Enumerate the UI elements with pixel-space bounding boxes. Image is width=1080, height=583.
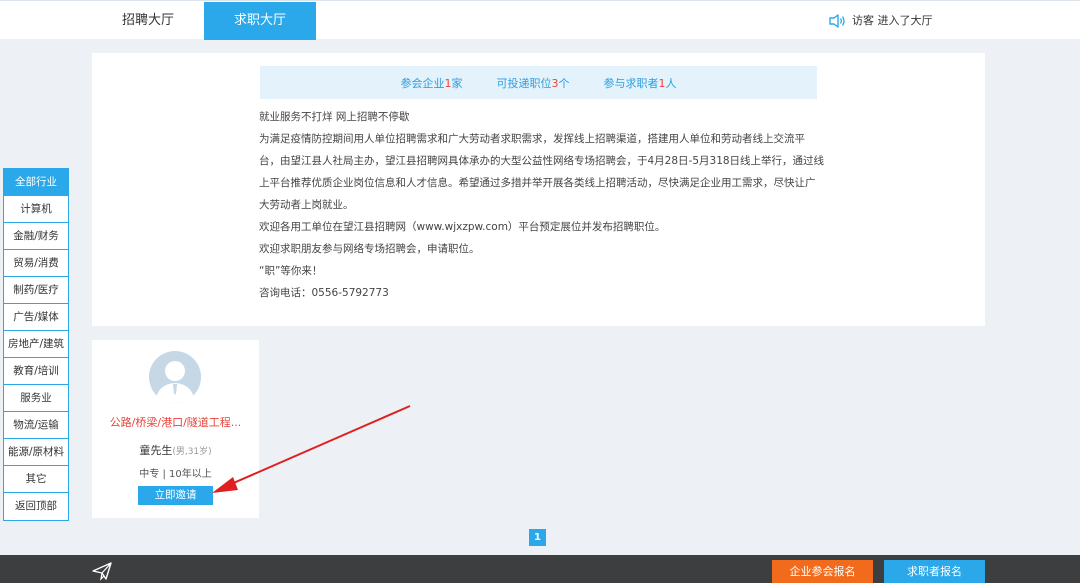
stat-positions-unit: 个	[558, 76, 570, 90]
sidebar-item-realestate[interactable]: 房地产/建筑	[4, 331, 68, 358]
sidebar-item-service[interactable]: 服务业	[4, 385, 68, 412]
desc-line: 就业服务不打烊 网上招聘不停歇	[259, 111, 410, 123]
sidebar-item-education[interactable]: 教育/培训	[4, 358, 68, 385]
candidate-position[interactable]: 公路/桥梁/港口/隧道工程...	[92, 414, 259, 430]
sidebar-item-all-industries[interactable]: 全部行业	[4, 169, 68, 196]
seeker-signup-button[interactable]: 求职者报名	[884, 560, 985, 583]
stat-positions: 可投递职位3个	[497, 75, 570, 91]
stat-positions-label: 可投递职位	[496, 76, 552, 90]
sidebar-item-energy[interactable]: 能源/原材料	[4, 439, 68, 466]
stat-companies-count: 1	[444, 76, 452, 90]
speaker-icon	[829, 14, 845, 28]
fair-info-panel: 参会企业1家 可投递职位3个 参与求职者1人 就业服务不打烊 网上招聘不停歇 为…	[92, 53, 985, 326]
candidate-name: 童先生	[139, 444, 173, 457]
user-icon	[155, 361, 195, 403]
stat-seekers-unit: 人	[665, 76, 677, 90]
sidebar-item-other[interactable]: 其它	[4, 466, 68, 493]
footer-bar: 企业参会报名 求职者报名	[0, 555, 1080, 583]
stat-seekers: 参与求职者1人	[604, 75, 677, 91]
sidebar-item-computer[interactable]: 计算机	[4, 196, 68, 223]
invite-button[interactable]: 立即邀请	[138, 486, 213, 505]
visitor-text: 访客 进入了大厅	[852, 14, 933, 27]
company-signup-button[interactable]: 企业参会报名	[772, 560, 873, 583]
sidebar-item-pharma[interactable]: 制药/医疗	[4, 277, 68, 304]
sidebar-item-logistics[interactable]: 物流/运输	[4, 412, 68, 439]
tab-job-seeking-hall[interactable]: 求职大厅	[204, 2, 316, 40]
candidate-meta: (男,31岁)	[172, 447, 212, 457]
fair-description: 就业服务不打烊 网上招聘不停歇 为满足疫情防控期间用人单位招聘需求和广大劳动者求…	[259, 106, 825, 304]
stat-seekers-count: 1	[658, 76, 666, 90]
candidate-card: 公路/桥梁/港口/隧道工程... 童先生(男,31岁) 中专 | 10年以上 立…	[92, 340, 259, 518]
stat-companies-label: 参会企业	[400, 76, 445, 90]
tab-recruitment-hall[interactable]: 招聘大厅	[92, 2, 204, 40]
stat-companies: 参会企业1家	[401, 75, 463, 91]
candidate-education: 中专 | 10年以上	[139, 469, 212, 480]
stats-bar: 参会企业1家 可投递职位3个 参与求职者1人	[260, 66, 817, 99]
sidebar-item-finance[interactable]: 金融/财务	[4, 223, 68, 250]
paper-plane-icon	[92, 562, 112, 581]
candidate-name-line: 童先生(男,31岁)	[92, 442, 259, 458]
desc-line: 咨询电话：0556-5792773	[259, 287, 389, 299]
desc-line: 欢迎各用工单位在望江县招聘网（www.wjxzpw.com）平台预定展位并发布招…	[259, 221, 666, 233]
desc-line: “职”等你来！	[259, 265, 323, 277]
sidebar-item-back-to-top[interactable]: 返回顶部	[4, 493, 68, 520]
desc-line: 欢迎求职朋友参与网络专场招聘会，申请职位。	[259, 243, 480, 255]
desc-line: 为满足疫情防控期间用人单位招聘需求和广大劳动者求职需求，发挥线上招聘渠道，搭建用…	[259, 133, 825, 211]
stat-seekers-label: 参与求职者	[603, 76, 659, 90]
visitor-notice: 访客 进入了大厅	[828, 2, 933, 40]
top-nav-bar: 招聘大厅 求职大厅 访客 进入了大厅	[0, 0, 1080, 40]
avatar	[149, 351, 201, 403]
industry-sidebar: 全部行业 计算机 金融/财务 贸易/消费 制药/医疗 广告/媒体 房地产/建筑 …	[3, 168, 69, 521]
pagination-page-1[interactable]: 1	[529, 529, 546, 546]
stat-companies-unit: 家	[451, 76, 463, 90]
stat-positions-count: 3	[551, 76, 559, 90]
sidebar-item-media[interactable]: 广告/媒体	[4, 304, 68, 331]
sidebar-item-trade[interactable]: 贸易/消费	[4, 250, 68, 277]
